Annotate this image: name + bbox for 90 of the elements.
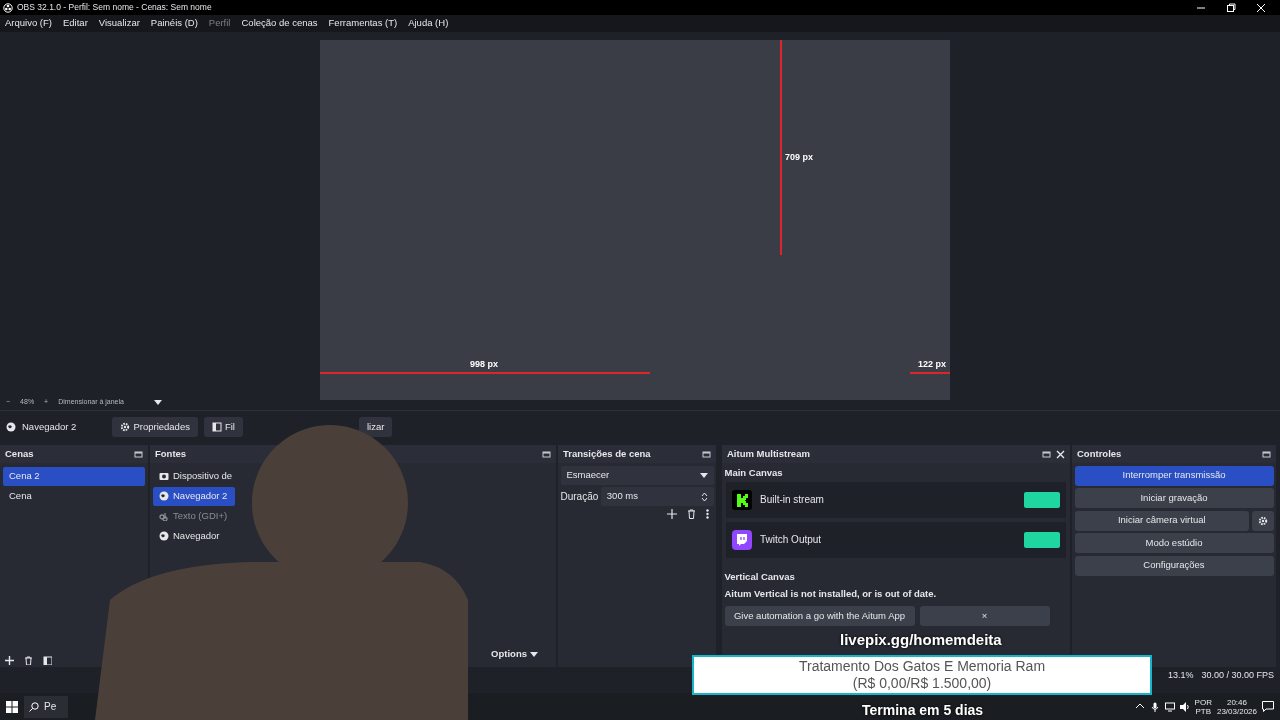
chat-bubble-logo-icon — [732, 529, 752, 550]
keyboard-layout[interactable]: PTB — [1194, 706, 1212, 716]
source-item[interactable]: Navegador — [153, 526, 235, 546]
guide-measurement: 998 px — [470, 358, 499, 371]
cpu-usage: 13.1% — [1167, 669, 1194, 683]
gear-icon — [120, 422, 131, 432]
language-indicator[interactable]: POR — [1194, 697, 1212, 707]
goal-title: Tratamento Dos Gatos E Memoria Ram — [798, 658, 1046, 675]
globe-icon — [159, 531, 169, 541]
stream-toggle[interactable] — [1024, 491, 1060, 508]
goal-amount: (R$ 0,00/R$ 1.500,00) — [852, 675, 992, 692]
source-item[interactable]: Navegador 2 — [153, 486, 235, 506]
guide-measurement: 122 px — [918, 358, 947, 371]
undock-icon[interactable] — [1262, 449, 1271, 459]
trash-icon[interactable] — [686, 508, 696, 519]
menu-item[interactable]: Coleção de cenas — [241, 16, 318, 31]
fps-readout: 30.00 / 30.00 FPS — [1201, 669, 1274, 683]
close-icon[interactable] — [1056, 449, 1065, 459]
globe-icon — [6, 422, 16, 432]
control-button[interactable]: Iniciar câmera virtual — [1074, 510, 1249, 531]
dock-title: Fontes — [155, 446, 187, 461]
menu-item[interactable]: Arquivo (F) — [5, 16, 52, 31]
output-name: Twitch Output — [760, 533, 823, 548]
caret-icon — [699, 472, 708, 478]
caret-icon — [153, 399, 162, 405]
menu-item[interactable]: Ferramentas (T) — [328, 16, 398, 31]
undock-icon[interactable] — [134, 449, 143, 459]
notification-icon[interactable] — [1262, 701, 1274, 712]
filter-icon[interactable] — [43, 655, 52, 665]
control-button[interactable]: Interromper transmissão — [1074, 465, 1274, 486]
dock-title: Aitum Multistream — [727, 446, 810, 461]
search-icon — [29, 701, 39, 712]
menu-item[interactable]: Editar — [63, 16, 88, 31]
caret-icon — [530, 652, 538, 657]
clock-time[interactable]: 20:46 — [1216, 697, 1257, 707]
restore-icon[interactable] — [1226, 2, 1236, 13]
section-heading: Main Canvas — [723, 465, 784, 480]
warning-text: Aitum Vertical is not installed, or is out of date. — [723, 586, 938, 601]
settings-icon — [1257, 515, 1268, 526]
toolbar-button[interactable]: Propriedades — [112, 417, 198, 437]
clock-date[interactable]: 23/03/2026 — [1216, 706, 1257, 716]
duration-label: Duração — [560, 490, 599, 504]
control-button[interactable]: Modo estúdio — [1074, 533, 1274, 553]
toolbar-button[interactable]: lizar — [358, 417, 393, 437]
undock-icon[interactable] — [702, 449, 711, 459]
output-name: Built-in stream — [760, 493, 825, 508]
guide-measurement: 709 px — [785, 151, 814, 164]
globe-icon — [159, 491, 169, 501]
undock-icon[interactable] — [542, 449, 551, 459]
menu-item[interactable]: Visualizar — [98, 16, 140, 31]
windows-start-icon[interactable] — [6, 700, 18, 713]
promo-button[interactable]: Give automation a go with the Aitum App — [724, 605, 915, 626]
toolbar-button[interactable]: Fil — [203, 417, 243, 437]
undock-icon[interactable] — [1042, 449, 1051, 459]
scene-item[interactable]: Cena — [3, 486, 145, 506]
section-heading: Vertical Canvas — [723, 569, 796, 584]
spin-arrows-icon — [700, 491, 708, 502]
more-icon[interactable] — [705, 508, 709, 519]
source-name: Navegador 2 — [22, 419, 77, 434]
microphone-icon[interactable] — [1149, 701, 1160, 712]
app-logo-icon — [3, 2, 13, 13]
trash-icon[interactable] — [24, 655, 33, 665]
filter-icon — [211, 422, 222, 432]
dismiss-button[interactable]: × — [919, 605, 1050, 626]
camera-icon — [159, 471, 169, 481]
guide-line — [910, 372, 950, 374]
add-icon[interactable] — [666, 508, 677, 519]
dock-title: Cenas — [5, 446, 34, 461]
menu-item[interactable]: Ajuda (H) — [408, 16, 449, 31]
overlay-url-text: livepix.gg/homemdeita — [840, 630, 1002, 650]
k-logo-icon — [732, 489, 752, 510]
settings-button[interactable] — [1251, 510, 1274, 531]
control-button[interactable]: Configurações — [1074, 555, 1274, 576]
window-title: OBS 32.1.0 - Perfil: Sem nome - Cenas: Sem nome — [17, 1, 212, 14]
goal-ends-text: Termina em 5 dias — [862, 701, 984, 720]
control-button[interactable]: Iniciar gravação — [1074, 488, 1274, 508]
options-button[interactable]: Options — [483, 644, 546, 665]
menu-item[interactable]: Painéis (D) — [150, 16, 198, 31]
speaker-icon[interactable] — [1179, 701, 1190, 712]
duration-spinbox[interactable]: 300 ms — [600, 487, 714, 506]
monitor-icon[interactable] — [1164, 701, 1175, 712]
text-icon — [159, 511, 169, 521]
add-icon[interactable] — [5, 655, 14, 665]
dock-title: Controles — [1077, 446, 1122, 461]
dock-title: Transições de cena — [563, 446, 651, 461]
search-field[interactable]: Pe — [24, 695, 68, 718]
scene-item[interactable]: Cena 2 — [3, 466, 145, 486]
stream-toggle[interactable] — [1024, 531, 1060, 548]
transition-dropdown[interactable]: Esmaecer — [560, 465, 714, 485]
source-item[interactable]: Dispositivo de — [153, 466, 235, 486]
